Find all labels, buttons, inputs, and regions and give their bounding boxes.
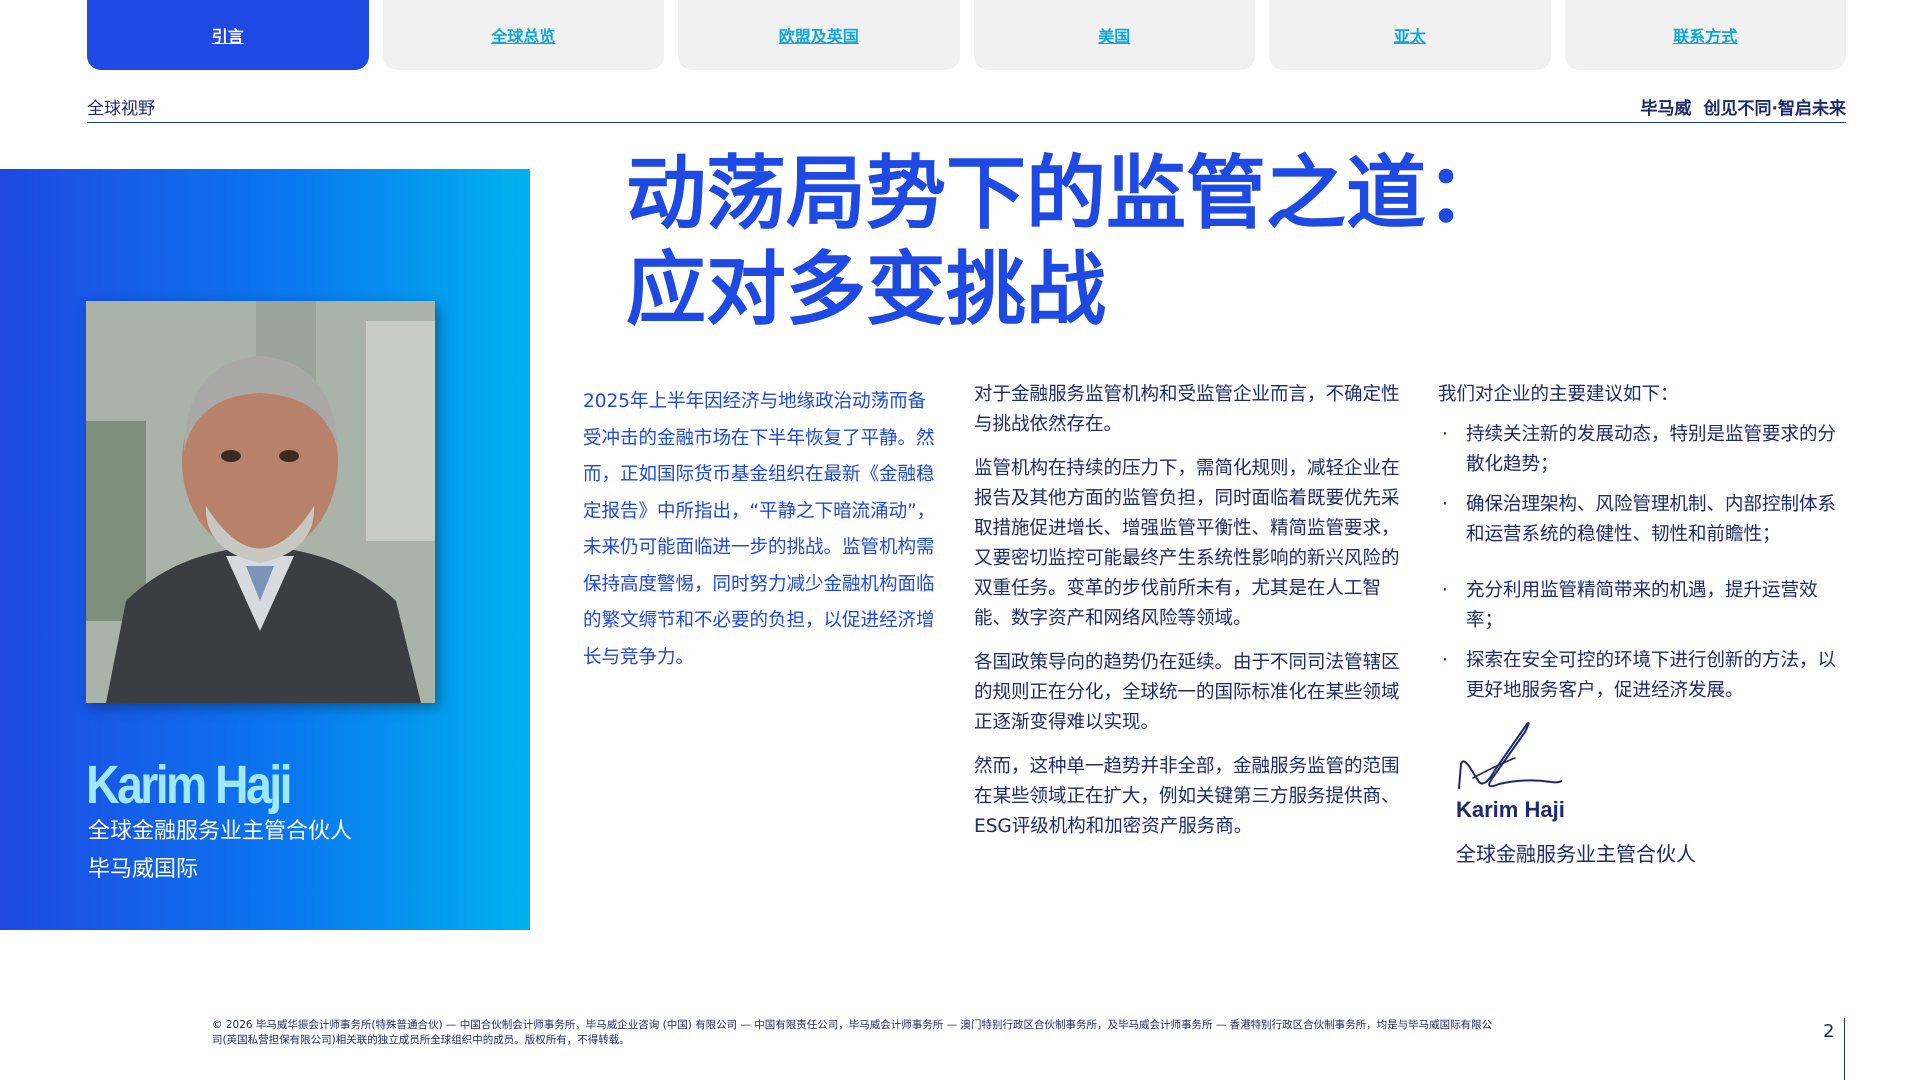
signoff-name: Karim Haji [1456, 797, 1565, 822]
page: 引言 全球总览 欧盟及英国 美国 亚太 联系方式 全球视野 毕马威 创见不同·智启… [0, 0, 1920, 1080]
page-title-line1: 动荡局势下的监管之道： [626, 147, 1506, 240]
section-label: 全球视野 [87, 99, 155, 119]
section-tabs: 引言 全球总览 欧盟及英国 美国 亚太 联系方式 [87, 0, 1846, 70]
context-paragraph: 对于金融服务监管机构和受监管企业而言，不确定性与挑战依然存在。 [974, 384, 1400, 435]
bullet-marker: · [1442, 494, 1448, 515]
portrait-illustration [86, 301, 435, 703]
recommendation-text: 持续关注新的发展动态，特别是监管要求的分散化趋势； [1466, 424, 1837, 475]
profile-role: 全球金融服务业主管合伙人 毕马威国际 [88, 813, 352, 889]
list-item: · 确保治理架构、风险管理机制、内部控制体系和运营系统的稳健性、韧性和前瞻性； [1438, 490, 1848, 550]
context-paragraph: 各国政策导向的趋势仍在延续。由于不同司法管辖区的规则正在分化，全球统一的国际标准… [974, 652, 1400, 733]
profile-panel: Karim Haji 全球金融服务业主管合伙人 毕马威国际 [0, 169, 530, 930]
page-title-line2: 应对多变挑战 [626, 243, 1106, 336]
list-item: · 探索在安全可控的环境下进行创新的方法，以更好地服务客户，促进经济发展。 [1438, 646, 1848, 706]
recommendation-text: 探索在安全可控的环境下进行创新的方法，以更好地服务客户，促进经济发展。 [1466, 650, 1837, 701]
tagline: 创见不同·智启未来 [1703, 99, 1846, 119]
recommendations-column: 我们对企业的主要建议如下： · 持续关注新的发展动态，特别是监管要求的分散化趋势；… [1438, 380, 1848, 716]
signoff-role: 全球金融服务业主管合伙人 [1456, 842, 1696, 866]
tab-usa[interactable]: 美国 [973, 0, 1255, 70]
recommendation-text: 确保治理架构、风险管理机制、内部控制体系和运营系统的稳健性、韧性和前瞻性； [1466, 494, 1837, 545]
tab-eu-uk[interactable]: 欧盟及英国 [678, 0, 960, 70]
recommendations-list: · 持续关注新的发展动态，特别是监管要求的分散化趋势； · 确保治理架构、风险管理机… [1438, 420, 1848, 706]
bullet-marker: · [1442, 424, 1448, 445]
recommendation-text: 充分利用监管精简带来的机遇，提升运营效率； [1466, 580, 1818, 631]
profile-title: 全球金融服务业主管合伙人 [88, 819, 353, 844]
profile-organization: 毕马威国际 [88, 857, 199, 882]
handwritten-signature [1458, 722, 1562, 789]
page-number-divider [1844, 1018, 1845, 1080]
tab-intro[interactable]: 引言 [87, 0, 369, 70]
recommendations-intro: 我们对企业的主要建议如下： [1438, 384, 1679, 405]
profile-name: Karim Haji [86, 755, 292, 815]
page-number: 2 [1823, 1021, 1835, 1042]
header-divider [87, 122, 1846, 123]
bullet-marker: · [1442, 650, 1448, 671]
tab-asia-pacific[interactable]: 亚太 [1269, 0, 1551, 70]
brand-tagline: 毕马威 创见不同·智启未来 [1641, 94, 1846, 119]
copyright-notice: © 2026 毕马威华振会计师事务所(特殊普通合伙) — 中国合伙制会计师事务所… [212, 1019, 1493, 1046]
tab-contact[interactable]: 联系方式 [1564, 0, 1846, 70]
portrait-photo [86, 301, 435, 703]
tab-global-overview[interactable]: 全球总览 [382, 0, 664, 70]
context-paragraph: 然而，这种单一趋势并非全部，金融服务监管的范围在某些领域正在扩大，例如关键第三方… [974, 756, 1400, 837]
list-item: · 持续关注新的发展动态，特别是监管要求的分散化趋势； [1438, 420, 1848, 480]
context-column: 对于金融服务监管机构和受监管企业而言，不确定性与挑战依然存在。 监管机构在持续的… [974, 380, 1404, 856]
brand-name: 毕马威 [1640, 99, 1692, 119]
page-title: 动荡局势下的监管之道： 应对多变挑战 [626, 146, 1506, 338]
context-paragraph: 监管机构在持续的压力下，需简化规则，减轻企业在报告及其他方面的监管负担，同时面临… [974, 458, 1400, 629]
list-item: · 充分利用监管精简带来的机遇，提升运营效率； [1438, 576, 1848, 636]
intro-paragraph: 2025年上半年因经济与地缘政治动荡而备受冲击的金融市场在下半年恢复了平静。然而… [583, 391, 936, 668]
bullet-marker: · [1442, 580, 1448, 601]
